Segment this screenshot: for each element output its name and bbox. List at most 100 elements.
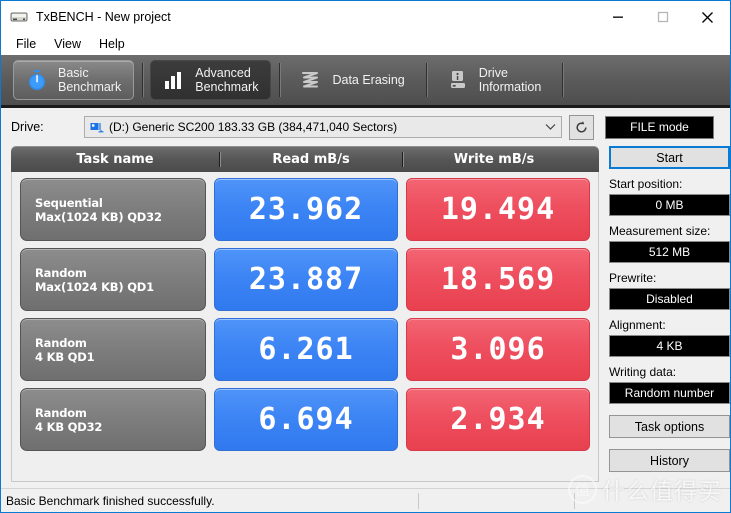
drive-select[interactable]: (D:) Generic SC200 183.33 GB (384,471,04… (84, 116, 562, 138)
title-bar: TxBENCH - New project (1, 1, 730, 33)
tab-divider (425, 63, 428, 97)
start-button[interactable]: Start (609, 146, 730, 169)
read-value: 23.962 (248, 191, 364, 227)
window-title: TxBENCH - New project (36, 10, 171, 24)
menu-bar: File View Help (1, 33, 730, 55)
read-value-cell: 23.887 (214, 248, 398, 311)
tab-basic-benchmark[interactable]: Basic Benchmark (13, 60, 135, 100)
column-header-write: Write mB/s (402, 151, 585, 167)
table-row: Sequential Max(1024 KB) QD32 23.962 19.4… (20, 178, 590, 241)
task-options-button[interactable]: Task options (609, 415, 730, 438)
tab-advanced-benchmark-label: Advanced Benchmark (195, 66, 258, 94)
status-bar: Basic Benchmark finished successfully. (1, 488, 730, 512)
tab-data-erasing[interactable]: Data Erasing (287, 60, 417, 100)
status-segment (418, 492, 574, 509)
task-name-cell[interactable]: Sequential Max(1024 KB) QD32 (20, 178, 206, 241)
task-line1: Random (35, 405, 87, 420)
task-line2: Max(1024 KB) QD1 (35, 279, 154, 294)
task-line1: Random (35, 265, 87, 280)
tab-data-erasing-label: Data Erasing (332, 73, 404, 87)
alignment-value[interactable]: 4 KB (609, 335, 730, 357)
chevron-down-icon[interactable] (543, 123, 557, 131)
history-button[interactable]: History (609, 449, 730, 472)
tab-basic-line2: Benchmark (58, 80, 122, 94)
task-name-cell[interactable]: Random Max(1024 KB) QD1 (20, 248, 206, 311)
write-value-cell: 3.096 (406, 318, 590, 381)
task-line2: 4 KB QD1 (35, 349, 95, 364)
bar-chart-icon (161, 67, 187, 93)
menu-item-help[interactable]: Help (90, 35, 134, 53)
drive-label: Drive: (11, 120, 44, 134)
task-name-cell[interactable]: Random 4 KB QD32 (20, 388, 206, 451)
alignment-label: Alignment: (609, 318, 666, 332)
stopwatch-icon (24, 67, 50, 93)
tab-divider (562, 63, 565, 97)
tab-advanced-benchmark[interactable]: Advanced Benchmark (150, 60, 272, 100)
writing-data-value[interactable]: Random number (609, 382, 730, 404)
results-panel: Task name Read mB/s Write mB/s Sequentia… (11, 146, 599, 482)
task-line2: 4 KB QD32 (35, 419, 103, 434)
menu-item-file[interactable]: File (7, 35, 45, 53)
drive-selection-bar: Drive: (D:) Generic SC200 183.33 GB (384… (1, 108, 730, 146)
window-controls (595, 1, 730, 33)
read-value: 6.261 (258, 331, 354, 367)
write-value: 3.096 (450, 331, 546, 367)
task-line2: Max(1024 KB) QD32 (35, 209, 162, 224)
table-row: Random Max(1024 KB) QD1 23.887 18.569 (20, 248, 590, 311)
write-value-cell: 18.569 (406, 248, 590, 311)
app-drive-icon (8, 8, 30, 26)
drive-select-value: (D:) Generic SC200 183.33 GB (384,471,04… (109, 120, 398, 134)
maximize-button[interactable] (640, 1, 685, 33)
tab-divider (142, 63, 145, 97)
tab-advanced-line1: Advanced (195, 66, 251, 80)
measurement-size-value[interactable]: 512 MB (609, 241, 730, 263)
write-value: 19.494 (440, 191, 556, 227)
results-table-header: Task name Read mB/s Write mB/s (11, 146, 599, 172)
main-content: Task name Read mB/s Write mB/s Sequentia… (1, 146, 730, 482)
table-row: Random 4 KB QD32 6.694 2.934 (20, 388, 590, 451)
tab-basic-benchmark-label: Basic Benchmark (58, 66, 121, 94)
tab-drive-information-label: Drive Information (479, 66, 542, 94)
write-value: 2.934 (450, 401, 546, 437)
write-value: 18.569 (440, 261, 556, 297)
refresh-button[interactable] (569, 114, 594, 140)
tab-driveinfo-line1: Drive (478, 66, 508, 80)
minimize-button[interactable] (595, 1, 640, 33)
disk-icon (89, 120, 105, 134)
read-value-cell: 23.962 (214, 178, 398, 241)
file-mode-button[interactable]: FILE mode (605, 115, 714, 139)
tab-drive-information[interactable]: Drive Information (434, 60, 555, 100)
tab-erasing-line1: Data Erasing (332, 73, 405, 87)
prewrite-value[interactable]: Disabled (609, 288, 730, 310)
results-rows: Sequential Max(1024 KB) QD32 23.962 19.4… (11, 172, 599, 482)
write-value-cell: 19.494 (406, 178, 590, 241)
start-position-value[interactable]: 0 MB (609, 194, 730, 216)
task-name-cell[interactable]: Random 4 KB QD1 (20, 318, 206, 381)
writing-data-label: Writing data: (609, 365, 677, 379)
status-segment (574, 492, 730, 509)
txbench-window: TxBENCH - New project File View Help Bas… (0, 0, 731, 513)
status-message: Basic Benchmark finished successfully. (6, 493, 215, 508)
table-row: Random 4 KB QD1 6.261 3.096 (20, 318, 590, 381)
task-line1: Sequential (35, 195, 103, 210)
task-line1: Random (35, 335, 87, 350)
menu-item-view[interactable]: View (45, 35, 90, 53)
read-value-cell: 6.694 (214, 388, 398, 451)
close-button[interactable] (685, 1, 730, 33)
tab-driveinfo-line2: Information (478, 80, 542, 94)
write-value-cell: 2.934 (406, 388, 590, 451)
shredder-icon (298, 67, 324, 93)
tab-strip: Basic Benchmark Advanced Benchmark Data … (1, 55, 730, 108)
start-position-label: Start position: (609, 177, 683, 191)
prewrite-label: Prewrite: (609, 271, 657, 285)
column-header-task-name: Task name (76, 151, 154, 167)
tab-divider (279, 63, 282, 97)
read-value-cell: 6.261 (214, 318, 398, 381)
column-header-read: Read mB/s (219, 151, 402, 167)
tab-advanced-line2: Benchmark (195, 80, 259, 94)
settings-panel: Start Start position: 0 MB Measurement s… (609, 146, 730, 482)
read-value: 6.694 (258, 401, 354, 437)
read-value: 23.887 (248, 261, 364, 297)
drive-info-icon (445, 67, 471, 93)
measurement-size-label: Measurement size: (609, 224, 711, 238)
